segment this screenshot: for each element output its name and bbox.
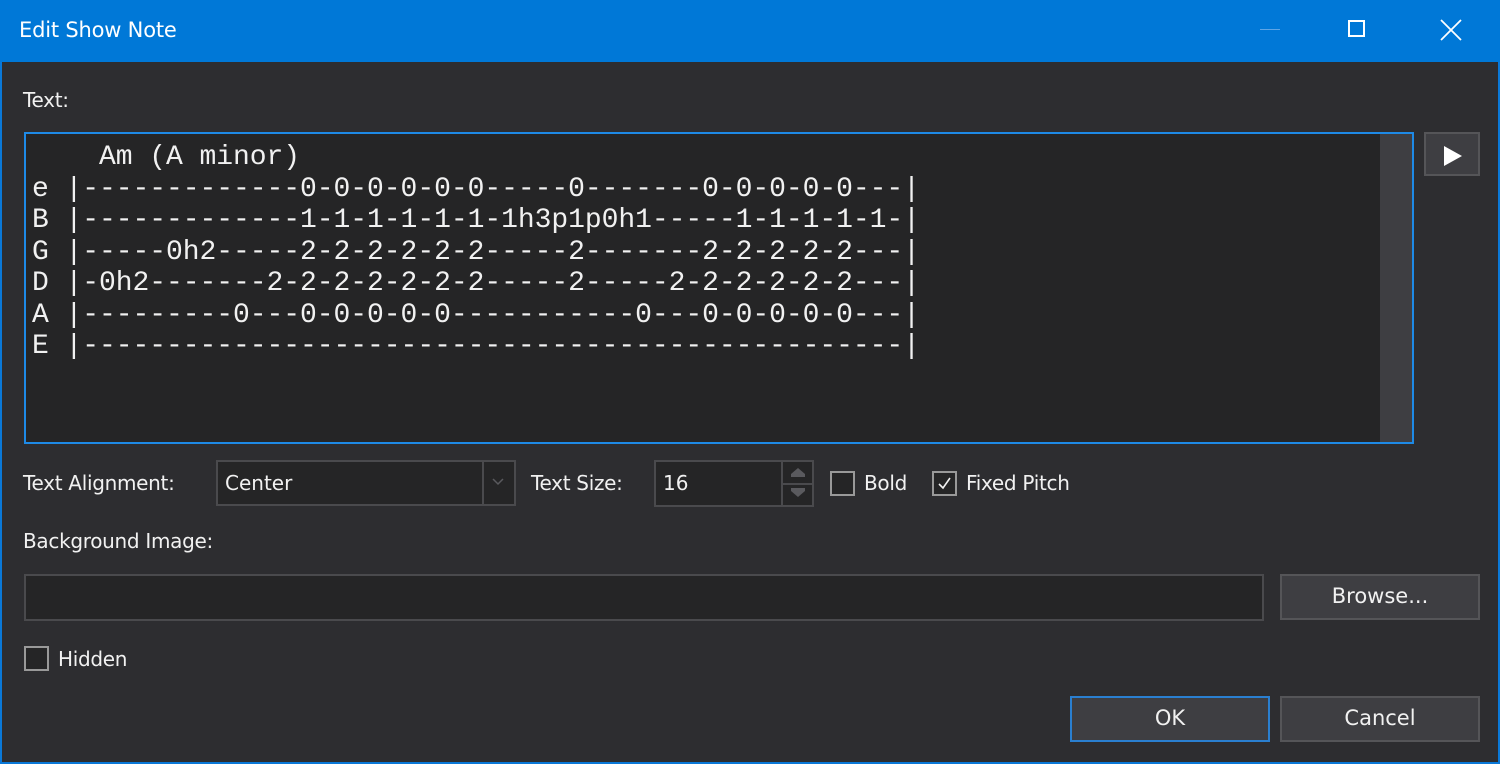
checkmark-icon xyxy=(938,477,951,490)
maximize-button[interactable] xyxy=(1312,0,1404,62)
minimize-icon xyxy=(1260,29,1280,30)
window-title: Edit Show Note xyxy=(19,18,177,42)
cancel-button[interactable]: Cancel xyxy=(1280,696,1480,742)
stepper-buttons xyxy=(781,462,812,505)
arrow-up-icon xyxy=(791,468,805,477)
text-alignment-label: Text Alignment: xyxy=(23,471,175,495)
bold-checkbox[interactable] xyxy=(830,471,855,496)
bold-label[interactable]: Bold xyxy=(864,471,907,495)
chevron-down-icon xyxy=(492,478,504,486)
play-icon xyxy=(1444,146,1462,166)
close-icon xyxy=(1440,19,1462,41)
increment-button[interactable] xyxy=(783,462,812,485)
hidden-checkbox[interactable] xyxy=(24,646,49,671)
text-size-value[interactable]: 16 xyxy=(663,471,688,495)
text-size-stepper[interactable]: 16 xyxy=(654,460,814,507)
minimize-button[interactable] xyxy=(1222,0,1314,62)
title-bar[interactable]: Edit Show Note xyxy=(0,0,1500,62)
dropdown-button[interactable] xyxy=(482,462,514,504)
background-image-label: Background Image: xyxy=(23,529,213,553)
arrow-down-icon xyxy=(791,488,805,497)
close-button[interactable] xyxy=(1404,0,1496,62)
edit-show-note-dialog: Edit Show Note Text: Am (A minor) e |---… xyxy=(0,0,1500,764)
maximize-icon xyxy=(1348,20,1365,37)
browse-button[interactable]: Browse... xyxy=(1280,574,1480,620)
text-label: Text: xyxy=(23,88,69,112)
note-text-area[interactable]: Am (A minor) e |-------------0-0-0-0-0-0… xyxy=(24,132,1414,444)
background-image-input[interactable] xyxy=(24,574,1264,621)
play-button[interactable] xyxy=(1424,132,1480,176)
text-alignment-select[interactable]: Center xyxy=(216,460,516,506)
fixed-pitch-checkbox[interactable] xyxy=(932,471,957,496)
decrement-button[interactable] xyxy=(783,484,812,505)
text-size-label: Text Size: xyxy=(531,471,623,495)
hidden-label[interactable]: Hidden xyxy=(58,647,127,671)
ok-button[interactable]: OK xyxy=(1070,696,1270,742)
fixed-pitch-label[interactable]: Fixed Pitch xyxy=(966,471,1070,495)
note-text-content[interactable]: Am (A minor) e |-------------0-0-0-0-0-0… xyxy=(32,142,920,363)
vertical-scrollbar[interactable] xyxy=(1380,134,1412,442)
text-alignment-value: Center xyxy=(225,471,293,495)
